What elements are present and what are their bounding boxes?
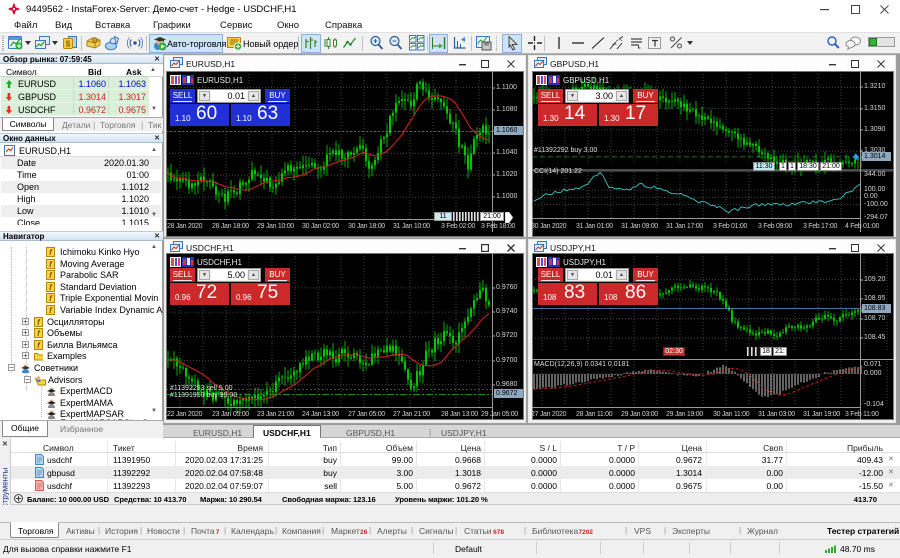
svg-text:$: $ [66,40,71,49]
